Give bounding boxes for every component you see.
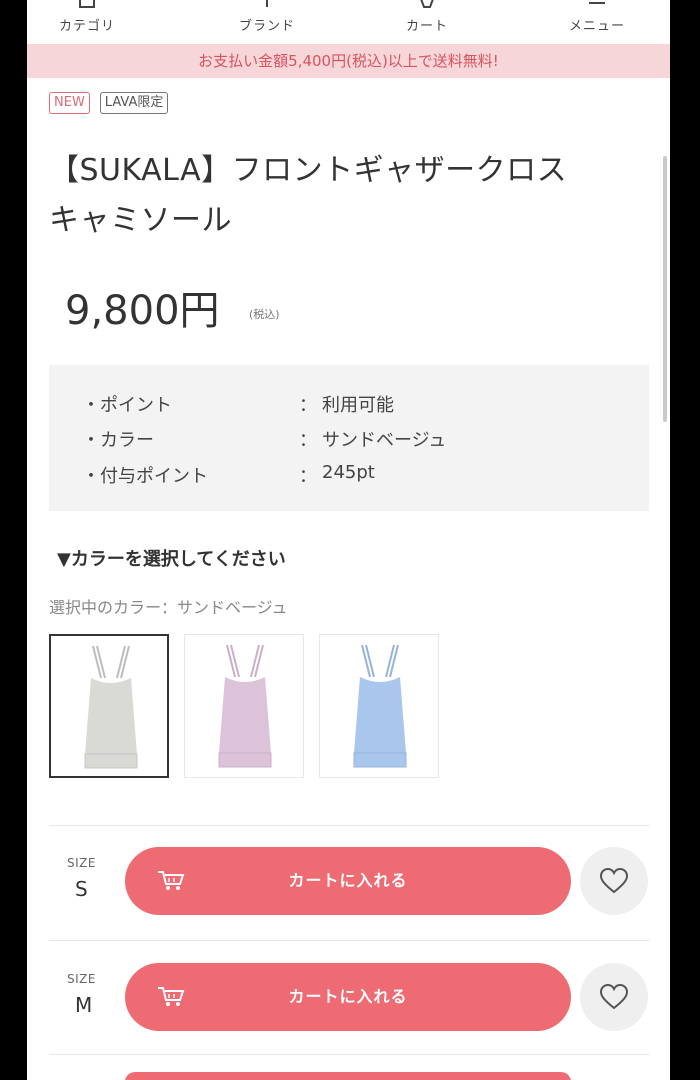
nav-category-label: カテゴリ: [58, 19, 115, 34]
size-caption: SIZE: [67, 972, 96, 986]
add-to-cart-button-next[interactable]: [125, 1072, 571, 1080]
product-title: 【SUKALA】フロントギャザークロス キャミソール: [49, 146, 639, 246]
heart-icon: [600, 984, 628, 1010]
nav-brand-label: ブランド: [238, 19, 295, 34]
product-badges: NEW LAVA限定: [49, 92, 169, 114]
divider: [49, 825, 649, 826]
size-row-m: SIZE M カートに入れる: [27, 954, 670, 1064]
cart-icon: [419, 0, 435, 8]
nav-category[interactable]: カテゴリ: [27, 0, 147, 44]
product-title-line1: 【SUKALA】フロントギャザークロス: [49, 153, 568, 188]
add-to-cart-button-s[interactable]: カートに入れる: [125, 847, 571, 915]
color-swatch-blue[interactable]: [319, 634, 439, 778]
color-swatch-pink[interactable]: [184, 634, 304, 778]
info-key: ・カラー: [82, 430, 154, 451]
product-page: カテゴリ ブランド カート メニュー お支払い金額5,400円(税込)以上で送料…: [27, 0, 670, 1080]
product-info-box: ・ポイント ： 利用可能 ・カラー ： サンドベージュ ・付与ポイント ： 24…: [49, 365, 649, 511]
selected-color-text: 選択中のカラー：サンドベージュ: [49, 598, 288, 617]
favorite-button-m[interactable]: [580, 963, 648, 1031]
divider: [49, 1054, 649, 1055]
scrollbar[interactable]: [663, 156, 667, 422]
category-icon: [79, 0, 95, 8]
nav-brand[interactable]: ブランド: [207, 0, 327, 44]
info-key: ・ポイント: [82, 395, 172, 416]
limited-badge: LAVA限定: [99, 92, 169, 114]
size-row-s: SIZE S カートに入れる: [27, 838, 670, 948]
color-select-heading: ▼カラーを選択してください: [57, 549, 286, 570]
camisole-image: [84, 645, 138, 769]
divider: [49, 940, 649, 941]
info-separator: ：: [299, 395, 317, 416]
size-value: S: [75, 877, 88, 901]
info-value: 245pt: [322, 462, 375, 483]
info-row-award-point: ・付与ポイント ： 245pt: [49, 462, 649, 492]
info-row-point: ・ポイント ： 利用可能: [49, 391, 649, 421]
heart-icon: [600, 868, 628, 894]
camisole-image: [218, 644, 272, 768]
add-to-cart-button-m[interactable]: カートに入れる: [125, 963, 571, 1031]
favorite-button-s[interactable]: [580, 847, 648, 915]
nav-menu[interactable]: メニュー: [537, 0, 657, 44]
size-caption: SIZE: [67, 856, 96, 870]
color-swatch-sand-beige[interactable]: [49, 634, 169, 778]
top-nav: カテゴリ ブランド カート メニュー: [27, 0, 670, 44]
tax-note: (税込): [249, 308, 280, 321]
new-badge: NEW: [49, 92, 90, 114]
nav-menu-label: メニュー: [568, 19, 625, 34]
add-to-cart-label: カートに入れる: [288, 987, 408, 1006]
size-value: M: [75, 993, 93, 1017]
nav-cart[interactable]: カート: [367, 0, 487, 44]
brand-icon: [259, 0, 275, 7]
product-title-line2: キャミソール: [49, 203, 232, 238]
info-key: ・付与ポイント: [82, 466, 208, 487]
menu-icon: [589, 0, 605, 4]
info-value: 利用可能: [322, 395, 394, 416]
info-separator: ：: [299, 466, 317, 487]
nav-cart-label: カート: [405, 19, 448, 34]
free-shipping-banner: お支払い金額5,400円(税込)以上で送料無料!: [27, 44, 670, 78]
info-separator: ：: [299, 430, 317, 451]
camisole-image: [353, 644, 407, 768]
info-value: サンドベージュ: [322, 430, 447, 451]
add-to-cart-label: カートに入れる: [288, 871, 408, 890]
info-row-color: ・カラー ： サンドベージュ: [49, 426, 649, 456]
product-price: 9,800円: [65, 288, 220, 334]
